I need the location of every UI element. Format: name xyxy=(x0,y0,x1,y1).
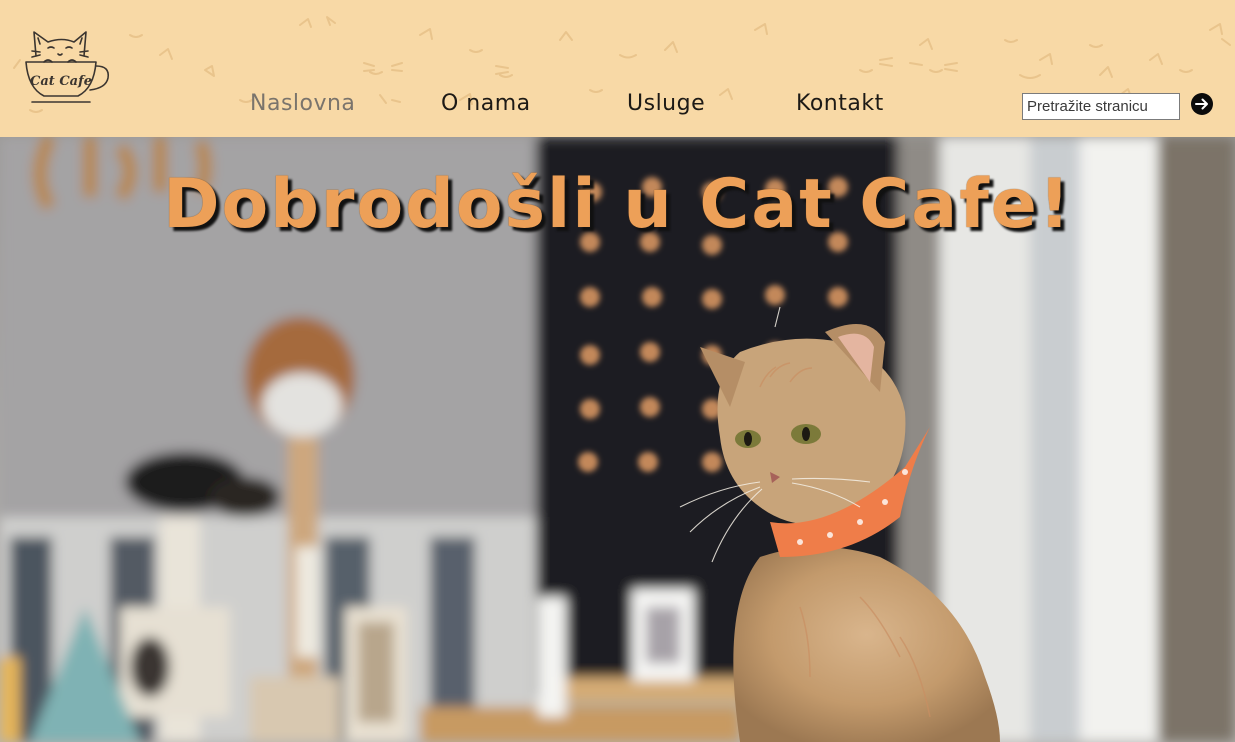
search-submit-button[interactable] xyxy=(1191,93,1213,115)
nav-item-naslovna[interactable]: Naslovna xyxy=(250,87,355,121)
hero-title: Dobrodošli u Cat Cafe! xyxy=(163,165,1072,244)
site-header: Cat Cafe Naslovna O nama Usluge Kontakt xyxy=(0,0,1235,137)
main-navigation: Naslovna O nama Usluge Kontakt xyxy=(0,0,1000,137)
search-input[interactable] xyxy=(1022,93,1180,120)
nav-item-usluge[interactable]: Usluge xyxy=(627,87,705,121)
arrow-right-circle-icon xyxy=(1195,98,1208,110)
nav-item-o-nama[interactable]: O nama xyxy=(441,87,531,121)
nav-item-kontakt[interactable]: Kontakt xyxy=(796,87,884,121)
hero-section: Dobrodošli u Cat Cafe! xyxy=(0,137,1235,742)
